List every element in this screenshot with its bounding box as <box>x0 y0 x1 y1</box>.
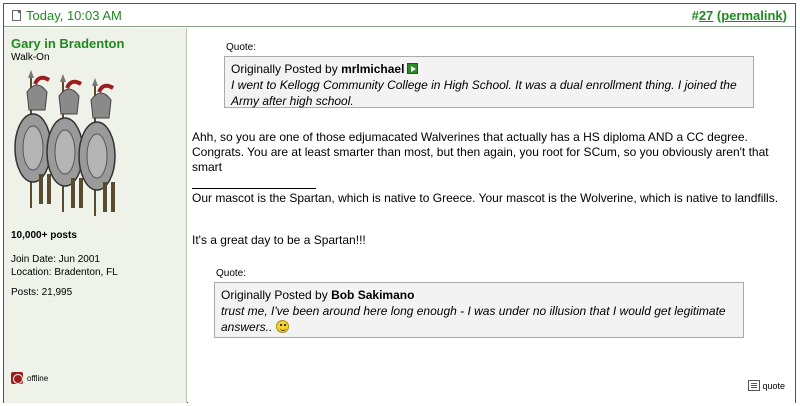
document-icon <box>12 10 21 21</box>
permalink-close-paren: ) <box>782 8 787 23</box>
message-paragraph: Ahh, so you are one of those edjumacated… <box>192 130 769 174</box>
smiley-icon <box>275 320 289 333</box>
post-count-badge: 10,000+ posts <box>11 230 77 241</box>
user-title: Walk-On <box>11 52 50 63</box>
post-date: Today, 10:03 AM <box>12 8 122 23</box>
post-number-prefix: # <box>691 8 699 23</box>
username[interactable]: Gary in Bradenton <box>11 36 124 51</box>
spartan-warriors-avatar <box>14 70 116 216</box>
quote-box: Originally Posted by mrlmichael I went t… <box>224 56 754 108</box>
offline-icon <box>11 372 23 384</box>
user-info-panel: Gary in Bradenton Walk-On 10,000+ posts … <box>4 28 187 403</box>
quote-attribution: Originally Posted by mrlmichael <box>231 61 747 77</box>
quote-author: mrlmichael <box>341 62 405 76</box>
tagline-text: It's a great day to be a Spartan!!! <box>192 233 366 247</box>
forum-post: Today, 10:03 AM #27 (permalink) Gary in … <box>3 3 796 403</box>
quote-text: I went to Kellogg Community College in H… <box>231 78 737 108</box>
post-header: Today, 10:03 AM #27 (permalink) <box>4 4 795 27</box>
user-location: Location: Bradenton, FL <box>11 267 118 278</box>
quote-button-label: quote <box>762 380 785 391</box>
quote-text: trust me, I've been around here long eno… <box>221 303 737 335</box>
spartan-figure <box>78 78 116 216</box>
online-status: offline <box>11 372 48 384</box>
signature-text: Our mascot is the Spartan, which is nati… <box>192 191 779 205</box>
post-links: #27 (permalink) <box>692 8 787 23</box>
quote-attrib-prefix: Originally Posted by <box>221 288 332 302</box>
arrow-right-icon[interactable] <box>407 63 419 74</box>
post-date-text: Today, 10:03 AM <box>26 8 122 23</box>
spartan-figure <box>46 74 84 212</box>
quote-attribution: Originally Posted by Bob Sakimano <box>221 287 737 303</box>
signature-divider <box>192 188 316 189</box>
quote-label: Quote: <box>226 42 257 53</box>
status-text: offline <box>27 373 49 383</box>
post-number-link[interactable]: 27 <box>699 8 713 23</box>
user-post-count: Posts: 21,995 <box>11 287 73 298</box>
quote-button[interactable]: quote <box>748 380 785 391</box>
quote-text-content: trust me, I've been around here long eno… <box>221 304 726 334</box>
permalink-link[interactable]: permalink <box>721 8 782 23</box>
quote-attrib-prefix: Originally Posted by <box>231 62 342 76</box>
quote-box: Originally Posted by Bob Sakimano trust … <box>214 282 744 338</box>
spartan-figure <box>14 70 52 208</box>
post-message: Quote: Originally Posted by mrlmichael I… <box>188 28 795 403</box>
quote-author: Bob Sakimano <box>331 288 415 302</box>
quote-icon <box>748 380 761 391</box>
join-date: Join Date: Jun 2001 <box>11 254 100 265</box>
quote-label: Quote: <box>216 268 247 279</box>
